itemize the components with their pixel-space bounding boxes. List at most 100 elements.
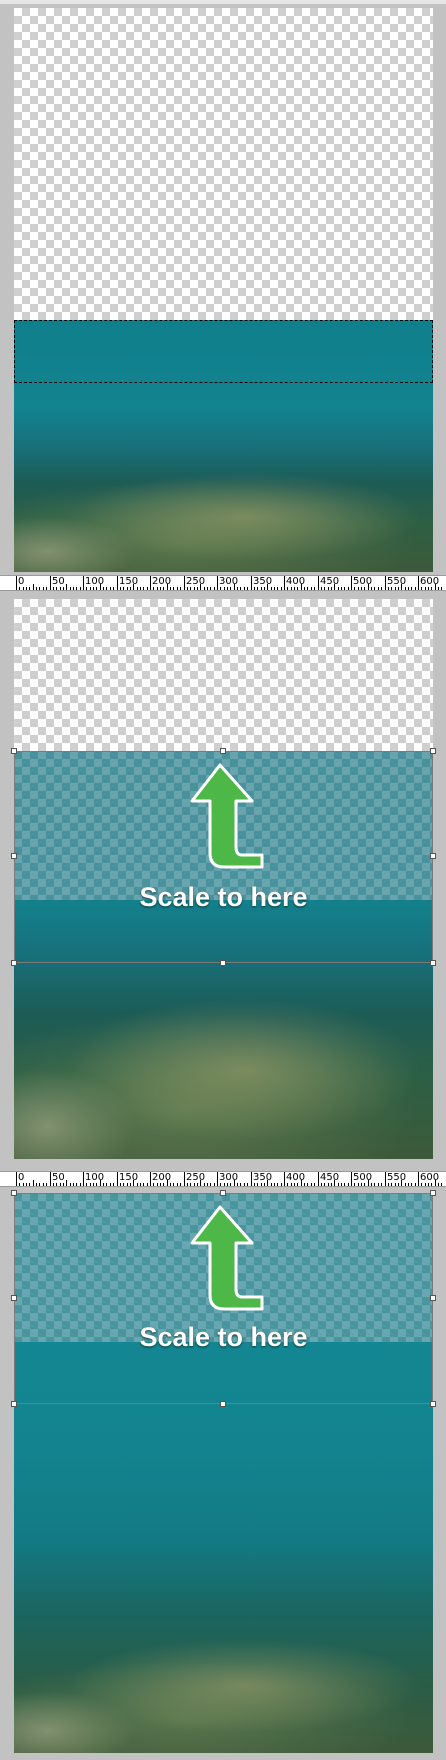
ruler-label: 300 (219, 1172, 239, 1183)
ruler-tick (33, 584, 34, 590)
ruler-tick (311, 1183, 312, 1186)
ruler-tick (277, 1183, 278, 1186)
ruler-tick (247, 587, 248, 590)
ruler-tick (314, 587, 315, 590)
ruler-tick (415, 587, 416, 590)
transform-handle[interactable] (220, 1190, 226, 1196)
ruler-tick (26, 587, 27, 590)
ruler-label: 450 (320, 1172, 340, 1183)
step-2-panel: Scale to here (0, 591, 446, 1165)
ruler-tick (147, 587, 148, 590)
ruler-label: 400 (286, 576, 306, 587)
transform-handle[interactable] (11, 1190, 17, 1196)
ruler-tick (307, 1183, 308, 1186)
transform-handle[interactable] (430, 960, 436, 966)
marquee-selection[interactable] (14, 320, 433, 383)
ruler-tick (113, 587, 114, 590)
ruler-label: 300 (219, 576, 239, 587)
ruler-label: 550 (387, 576, 407, 587)
ruler-tick (381, 587, 382, 590)
ruler-tick (244, 587, 245, 590)
ruler-tick (408, 1183, 409, 1186)
ruler-tick (113, 1183, 114, 1186)
ruler-tick (408, 587, 409, 590)
ruler-tick (341, 587, 342, 590)
ruler-tick (348, 587, 349, 590)
transform-handle[interactable] (220, 748, 226, 754)
ruler-tick (36, 1183, 37, 1186)
ruler-tick (43, 587, 44, 590)
transform-handle[interactable] (430, 1401, 436, 1407)
ruler-tick (307, 587, 308, 590)
transform-handle[interactable] (11, 748, 17, 754)
up-arrow-icon (190, 763, 264, 869)
ruler-tick (207, 1183, 208, 1186)
ruler-label: 150 (119, 576, 139, 587)
ruler-tick (378, 1183, 379, 1186)
ruler-label: 550 (387, 1172, 407, 1183)
ruler-tick (180, 587, 181, 590)
ruler-tick (66, 1180, 67, 1186)
ruler-tick (374, 587, 375, 590)
transform-handle[interactable] (430, 1190, 436, 1196)
ruler-tick (76, 587, 77, 590)
transform-handle[interactable] (430, 853, 436, 859)
ruler-label: 350 (253, 1172, 273, 1183)
ruler-tick (46, 587, 47, 590)
ruler-tick (314, 1183, 315, 1186)
transform-handle[interactable] (11, 853, 17, 859)
scale-caption: Scale to here (139, 1322, 308, 1352)
ruler-tick (39, 587, 40, 590)
ruler-tick (341, 1183, 342, 1186)
transform-handle[interactable] (11, 960, 17, 966)
ruler-tick (214, 1183, 215, 1186)
ruler-tick (381, 1183, 382, 1186)
ruler-tick (110, 1183, 111, 1186)
ruler-tick (344, 1183, 345, 1186)
ruler-tick (26, 1183, 27, 1186)
ruler-tick (29, 1183, 30, 1186)
ruler-label: 400 (286, 1172, 306, 1183)
ruler-tick (39, 1183, 40, 1186)
ruler-label: 200 (152, 576, 172, 587)
ruler-tick (415, 1183, 416, 1186)
transform-handle[interactable] (220, 1401, 226, 1407)
scale-caption: Scale to here (139, 882, 308, 912)
ruler-tick (66, 584, 67, 590)
ruler-label: 600 (420, 1172, 440, 1183)
ruler-tick (76, 1183, 77, 1186)
ruler-label: 150 (119, 1172, 139, 1183)
ruler-label: 500 (353, 1172, 373, 1183)
ruler-tick (46, 1183, 47, 1186)
ruler-tick (378, 587, 379, 590)
ruler-tick (240, 587, 241, 590)
transform-handle[interactable] (430, 748, 436, 754)
ruler-tick (210, 587, 211, 590)
ruler-tick (70, 1183, 71, 1186)
transform-handle[interactable] (220, 960, 226, 966)
ruler-tick (70, 587, 71, 590)
ruler-label: 350 (253, 576, 273, 587)
ruler-tick (143, 1183, 144, 1186)
ruler-tick (281, 587, 282, 590)
ruler-label: 100 (85, 1172, 105, 1183)
ruler-tick (73, 587, 74, 590)
ruler-tick (240, 1183, 241, 1186)
ruler-tick (374, 1183, 375, 1186)
ruler-label: 200 (152, 1172, 172, 1183)
transform-handle[interactable] (11, 1401, 17, 1407)
transparent-canvas (14, 8, 433, 320)
ruler-tick (29, 587, 30, 590)
ruler-tick (274, 1183, 275, 1186)
transform-handle[interactable] (430, 1295, 436, 1301)
transform-handle[interactable] (11, 1295, 17, 1301)
ruler-tick (411, 1183, 412, 1186)
ruler-label: 500 (353, 576, 373, 587)
ruler-tick (106, 587, 107, 590)
ruler-tick (311, 587, 312, 590)
ruler-label: 50 (52, 1172, 65, 1183)
horizontal-ruler: 0 50 100 150 200 250 300 350 400 450 500 550 600 (0, 575, 446, 591)
ruler-tick (140, 587, 141, 590)
ruler-tick (143, 587, 144, 590)
ruler-tick (73, 1183, 74, 1186)
